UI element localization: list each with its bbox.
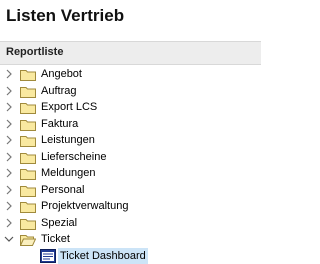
tree-item-lieferscheine[interactable]: Lieferscheine	[0, 149, 261, 166]
report-list-header: Reportliste	[0, 41, 261, 65]
tree-item-personal[interactable]: Personal	[0, 182, 261, 199]
tree-item-label: Export LCS	[41, 99, 97, 115]
page-title: Listen Vertrieb	[6, 6, 124, 26]
chevron-down-icon[interactable]	[4, 234, 14, 244]
tree-item-label: Projektverwaltung	[41, 198, 128, 214]
tree-item-label: Leistungen	[41, 132, 95, 148]
report-icon	[40, 249, 56, 263]
tree-item-label: Ticket Dashboard	[58, 248, 148, 264]
folder-icon	[20, 217, 36, 230]
tree-item-label: Lieferscheine	[41, 149, 106, 165]
chevron-right-icon[interactable]	[4, 185, 14, 195]
tree-item-label: Meldungen	[41, 165, 95, 181]
folder-icon	[20, 118, 36, 131]
folder-icon	[20, 101, 36, 114]
chevron-right-icon[interactable]	[4, 119, 14, 129]
tree-item-spezial[interactable]: Spezial	[0, 215, 261, 232]
tree-item-auftrag[interactable]: Auftrag	[0, 83, 261, 100]
folder-open-icon	[20, 233, 36, 246]
tree-item-label: Spezial	[41, 215, 77, 231]
tree-item-angebot[interactable]: Angebot	[0, 66, 261, 83]
chevron-right-icon[interactable]	[4, 69, 14, 79]
tree-item-meldungen[interactable]: Meldungen	[0, 165, 261, 182]
tree-item-label: Faktura	[41, 116, 78, 132]
tree-item-ticket[interactable]: Ticket	[0, 231, 261, 248]
tree-item-label: Ticket	[41, 231, 70, 247]
tree-item-label: Auftrag	[41, 83, 76, 99]
chevron-right-icon[interactable]	[4, 168, 14, 178]
tree-item-label: Angebot	[41, 66, 82, 82]
chevron-right-icon[interactable]	[4, 201, 14, 211]
folder-icon	[20, 167, 36, 180]
chevron-right-icon[interactable]	[4, 152, 14, 162]
folder-icon	[20, 184, 36, 197]
report-list-label: Reportliste	[6, 46, 63, 58]
report-tree: Angebot Auftrag Export LCS Faktura Leist…	[0, 66, 261, 264]
chevron-right-icon[interactable]	[4, 86, 14, 96]
chevron-right-icon[interactable]	[4, 218, 14, 228]
chevron-right-icon[interactable]	[4, 102, 14, 112]
tree-item-projektverwaltung[interactable]: Projektverwaltung	[0, 198, 261, 215]
tree-item-leistungen[interactable]: Leistungen	[0, 132, 261, 149]
tree-item-export-lcs[interactable]: Export LCS	[0, 99, 261, 116]
tree-item-label: Personal	[41, 182, 84, 198]
folder-icon	[20, 68, 36, 81]
folder-icon	[20, 151, 36, 164]
chevron-right-icon[interactable]	[4, 135, 14, 145]
tree-item-faktura[interactable]: Faktura	[0, 116, 261, 133]
tree-item-ticket-dashboard[interactable]: Ticket Dashboard	[0, 248, 261, 264]
folder-icon	[20, 85, 36, 98]
folder-icon	[20, 134, 36, 147]
folder-icon	[20, 200, 36, 213]
